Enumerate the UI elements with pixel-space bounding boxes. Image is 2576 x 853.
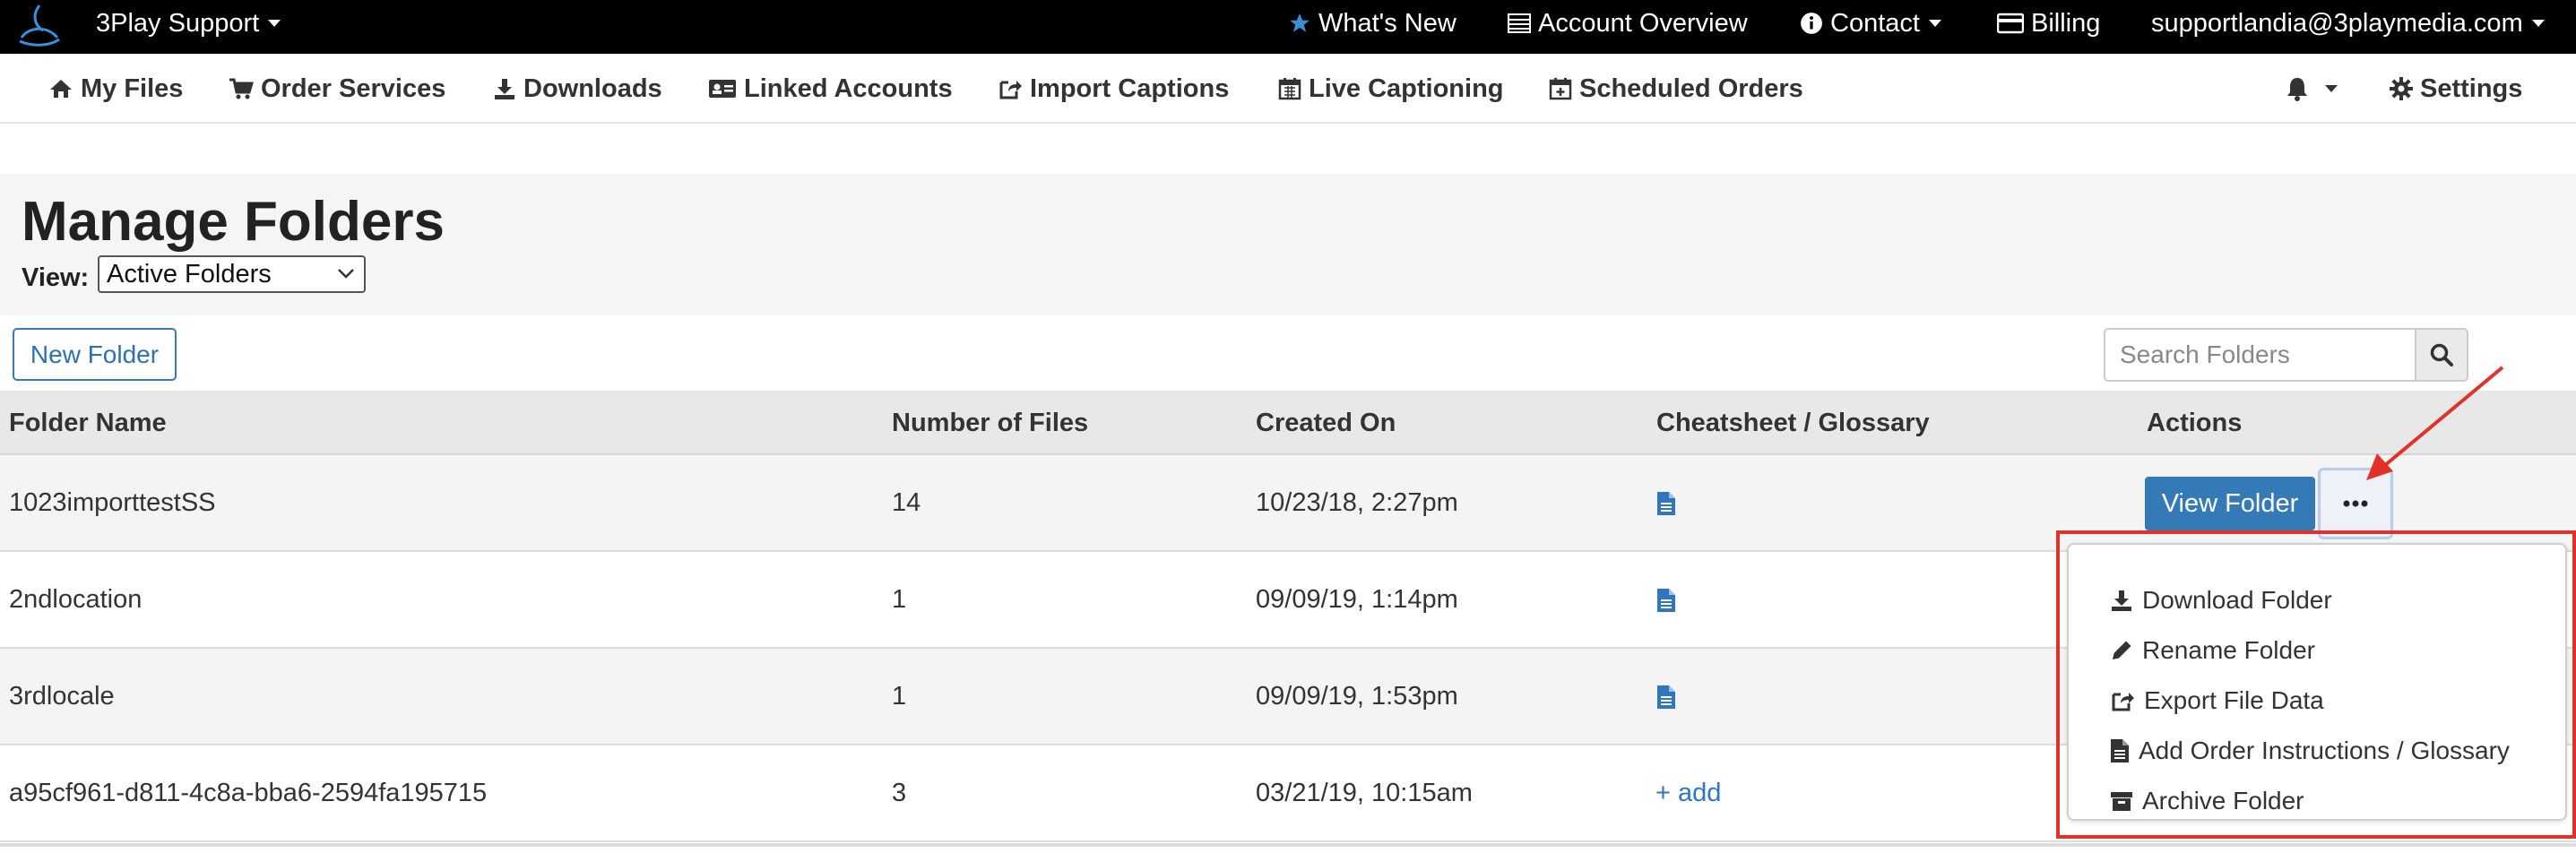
column-number-of-files[interactable]: Number of Files [892,391,1088,455]
gear-icon [2390,77,2413,100]
file-count: 3 [892,779,907,807]
created-date: 03/21/19, 10:15am [1256,779,1473,807]
caret-down-icon [1928,20,1941,27]
ellipsis-icon [2343,500,2368,507]
home-icon [50,80,72,98]
nav-linked-accounts-label: Linked Accounts [744,73,953,103]
nav-linked-accounts[interactable]: Linked Accounts [708,54,953,124]
folder-name-link[interactable]: 2ndlocation [9,552,142,647]
nav-scheduled-orders-label: Scheduled Orders [1579,73,1803,103]
nav-my-files-label: My Files [81,73,184,103]
bell-icon [2287,78,2307,101]
nav-order-services[interactable]: Order Services [229,54,445,124]
shopping-cart-icon [229,78,254,99]
column-created-on[interactable]: Created On [1256,391,1396,455]
billing-label: Billing [2031,8,2101,38]
highlight-box [2056,530,2576,839]
info-circle-icon [1801,13,1822,34]
search-input[interactable]: Search Folders [2104,328,2415,382]
add-glossary-link[interactable]: + add [1655,745,1721,840]
file-count: 1 [892,682,907,711]
contact-label: Contact [1830,8,1920,38]
account-overview-link[interactable]: Account Overview [1508,0,1748,47]
nav-order-services-label: Order Services [261,73,446,103]
created-date: 09/09/19, 1:53pm [1256,682,1458,711]
page-header: Manage Folders View: Active Folders [0,174,2576,315]
table-bottom-border [0,843,2576,847]
search-icon [2430,343,2453,366]
account-overview-label: Account Overview [1538,8,1748,38]
folder-name-link[interactable]: 1023importtestSS [9,455,216,550]
nav-scheduled-orders[interactable]: Scheduled Orders [1549,54,1803,124]
page-title: Manage Folders [22,191,445,253]
main-nav: My Files Order Services Downloads Linked… [0,54,2576,124]
download-icon [495,79,514,99]
column-actions: Actions [2147,409,2243,437]
credit-card-icon [1997,13,2024,34]
file-count: 1 [892,585,907,614]
created-date: 09/09/19, 1:14pm [1256,585,1458,614]
brand-label: 3Play Support [96,9,260,38]
view-label: View: [22,263,90,292]
nav-live-captioning[interactable]: Live Captioning [1278,54,1504,124]
nav-import-captions[interactable]: Import Captions [998,54,1229,124]
whats-new-link[interactable]: What's New [1288,0,1457,47]
account-switcher[interactable]: 3Play Support [96,0,281,47]
column-cheatsheet-glossary: Cheatsheet / Glossary [1656,409,1930,437]
search-button[interactable] [2415,328,2468,382]
share-square-icon [999,81,1022,99]
billing-link[interactable]: Billing [1997,0,2100,47]
contact-menu[interactable]: Contact [1800,0,1941,47]
column-folder-name[interactable]: Folder Name [9,391,167,455]
whats-new-label: What's New [1318,8,1457,38]
table-header: Folder Name Number of Files Created On C… [0,391,2576,455]
star-icon [1290,13,1310,32]
caret-down-icon [2325,85,2338,92]
nav-live-captioning-label: Live Captioning [1309,73,1504,103]
user-email: supportlandia@3playmedia.com [2151,8,2523,38]
nav-downloads-label: Downloads [523,73,662,103]
nav-settings[interactable]: Settings [2390,54,2522,124]
user-menu[interactable]: supportlandia@3playmedia.com [2151,0,2545,47]
view-select[interactable]: Active Folders [98,255,366,293]
view-folder-button[interactable]: View Folder [2145,477,2315,530]
nav-downloads[interactable]: Downloads [493,54,662,124]
caret-down-icon [2531,20,2545,27]
calendar-icon [1278,78,1301,100]
file-text-icon[interactable] [1655,685,1677,710]
nav-import-captions-label: Import Captions [1030,73,1230,103]
3play-logo-icon[interactable] [13,2,65,48]
file-count: 14 [892,488,921,517]
address-card-icon [709,80,736,98]
more-actions-button[interactable] [2318,468,2393,539]
calendar-plus-icon [1549,78,1572,100]
folder-name-link[interactable]: 3rdlocale [9,649,115,744]
file-text-icon[interactable] [1655,588,1677,613]
list-icon [1508,13,1531,33]
file-text-icon[interactable] [1655,491,1677,516]
notifications-menu[interactable] [2286,54,2338,124]
folder-name-link[interactable]: a95cf961-d811-4c8a-bba6-2594fa195715 [9,745,487,840]
view-select-value: Active Folders [107,260,272,289]
nav-my-files[interactable]: My Files [48,54,183,124]
new-folder-button[interactable]: New Folder [13,328,177,381]
caret-down-icon [268,20,281,27]
top-bar: 3Play Support What's New Account Overvie… [0,0,2576,54]
created-date: 10/23/18, 2:27pm [1256,488,1458,517]
chevron-down-icon [338,269,354,279]
nav-settings-label: Settings [2420,73,2523,103]
